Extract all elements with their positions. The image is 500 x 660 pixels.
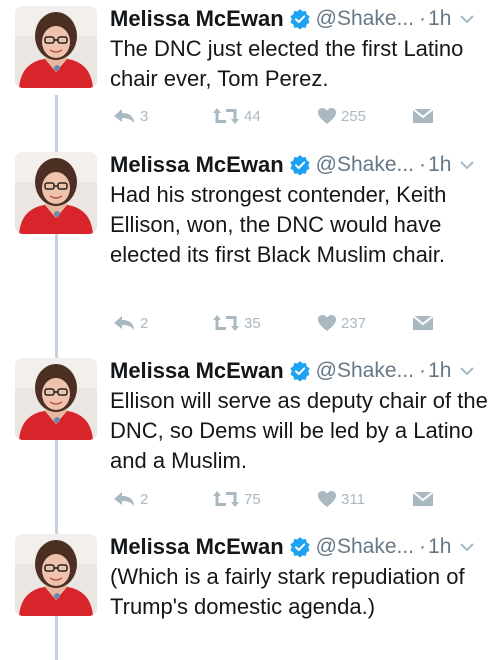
chevron-down-icon[interactable]	[459, 13, 475, 25]
display-name[interactable]: Melissa McEwan	[110, 152, 284, 178]
tweet-header: Melissa McEwan @Shake... · 1h	[110, 532, 490, 562]
tweet[interactable]: Melissa McEwan @Shake... · 1h The DNC ju…	[0, 0, 500, 150]
username[interactable]: @Shake...	[316, 359, 414, 383]
tweet-text: The DNC just elected the first Latino ch…	[110, 36, 464, 91]
username[interactable]: @Shake...	[316, 535, 414, 559]
tweet-text: Had his strongest contender, Keith Ellis…	[110, 182, 447, 267]
timestamp[interactable]: 1h	[428, 359, 451, 383]
separator-dot: ·	[419, 535, 427, 558]
username[interactable]: @Shake...	[316, 153, 414, 177]
reply-button[interactable]: 2	[112, 490, 148, 508]
timestamp[interactable]: 1h	[428, 535, 451, 559]
separator-dot: ·	[419, 7, 427, 30]
verified-badge-icon	[290, 9, 310, 29]
tweet-actions: 2 35 237	[112, 314, 452, 338]
reply-icon	[114, 316, 134, 330]
dm-button[interactable]	[412, 314, 434, 332]
retweet-button[interactable]: 44	[212, 107, 261, 125]
reply-count: 2	[140, 490, 149, 508]
verified-badge-icon	[290, 155, 310, 175]
retweet-count: 75	[244, 490, 261, 508]
like-icon	[318, 108, 336, 124]
reply-count: 3	[140, 107, 149, 125]
chevron-down-icon[interactable]	[459, 365, 475, 377]
tweet-actions: 2 75 311	[112, 490, 452, 514]
like-count: 237	[341, 314, 367, 332]
retweet-count: 35	[244, 314, 261, 332]
tweet-header: Melissa McEwan @Shake... · 1h	[110, 356, 490, 386]
separator-dot: ·	[419, 359, 427, 382]
reply-button[interactable]: 3	[112, 107, 148, 125]
retweet-icon	[213, 315, 239, 331]
retweet-button[interactable]: 75	[212, 490, 261, 508]
dm-icon	[412, 491, 434, 506]
username[interactable]: @Shake...	[316, 7, 414, 31]
dm-icon	[412, 315, 434, 330]
avatar[interactable]	[15, 6, 97, 88]
reply-count: 2	[140, 314, 149, 332]
retweet-button[interactable]: 35	[212, 314, 261, 332]
dm-icon	[412, 108, 434, 123]
like-count: 311	[341, 490, 365, 508]
like-button[interactable]: 255	[317, 107, 366, 125]
avatar[interactable]	[15, 358, 97, 440]
tweet-text: Ellison will serve as deputy chair of th…	[110, 388, 488, 473]
tweet-text: (Which is a fairly stark repudiation of …	[110, 564, 465, 619]
tweet-actions: 3 44 255	[112, 107, 452, 131]
avatar[interactable]	[15, 534, 97, 616]
verified-badge-icon	[290, 361, 310, 381]
like-icon	[318, 491, 336, 507]
like-icon	[318, 315, 336, 331]
retweet-count: 44	[244, 107, 261, 125]
chevron-down-icon[interactable]	[459, 159, 475, 171]
like-button[interactable]: 237	[317, 314, 366, 332]
reply-icon	[114, 109, 134, 123]
display-name[interactable]: Melissa McEwan	[110, 6, 284, 32]
tweet[interactable]: Melissa McEwan @Shake... · 1h Had his st…	[0, 146, 500, 351]
tweet[interactable]: Melissa McEwan @Shake... · 1h (Which is …	[0, 528, 500, 660]
avatar[interactable]	[15, 152, 97, 234]
display-name[interactable]: Melissa McEwan	[110, 534, 284, 560]
reply-icon	[114, 492, 134, 506]
tweet-header: Melissa McEwan @Shake... · 1h	[110, 150, 490, 180]
timestamp[interactable]: 1h	[428, 7, 451, 31]
like-button[interactable]: 311	[317, 490, 365, 508]
reply-button[interactable]: 2	[112, 314, 148, 332]
tweet[interactable]: Melissa McEwan @Shake... · 1h Ellison wi…	[0, 352, 500, 528]
tweet-header: Melissa McEwan @Shake... · 1h	[110, 4, 490, 34]
verified-badge-icon	[290, 537, 310, 557]
retweet-icon	[213, 108, 239, 124]
separator-dot: ·	[419, 153, 427, 176]
like-count: 255	[341, 107, 367, 125]
dm-button[interactable]	[412, 107, 434, 125]
display-name[interactable]: Melissa McEwan	[110, 358, 284, 384]
chevron-down-icon[interactable]	[459, 541, 475, 553]
dm-button[interactable]	[412, 490, 434, 508]
timestamp[interactable]: 1h	[428, 153, 451, 177]
retweet-icon	[213, 491, 239, 507]
